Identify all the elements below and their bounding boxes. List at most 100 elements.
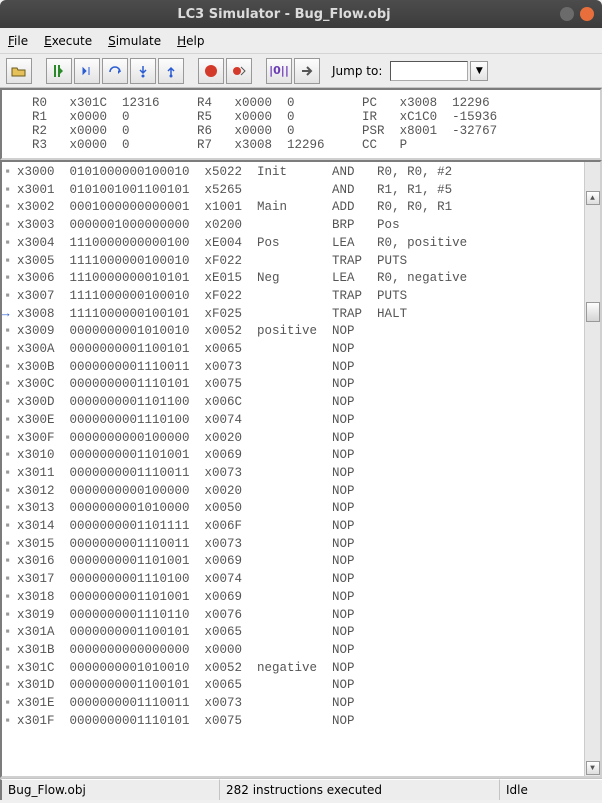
memory-panel: ▪ x3000 0101000000100010 x5022 Init AND … <box>0 160 602 778</box>
breakpoint-slot-icon[interactable]: ▪ <box>4 253 12 271</box>
breakpoint-slot-icon[interactable]: ▪ <box>4 182 12 200</box>
memory-row[interactable]: ▪ x301B 0000000000000000 x0000 NOP <box>2 642 584 660</box>
breakpoint-slot-icon[interactable]: ▪ <box>4 483 12 501</box>
breakpoint-slot-icon[interactable]: ▪ <box>4 536 12 554</box>
scroll-up-icon[interactable]: ▲ <box>586 191 600 205</box>
breakpoint-button[interactable] <box>226 58 252 84</box>
minimize-icon[interactable] <box>560 7 574 21</box>
breakpoint-slot-icon[interactable]: ▪ <box>4 341 12 359</box>
memory-row[interactable]: ▪ x300A 0000000001100101 x0065 NOP <box>2 341 584 359</box>
memory-row[interactable]: ▪ x3007 1111000000100010 xF022 TRAP PUTS <box>2 288 584 306</box>
breakpoint-slot-icon[interactable]: ▪ <box>4 553 12 571</box>
close-icon[interactable] <box>580 7 594 21</box>
jump-input[interactable] <box>390 61 468 81</box>
memory-row[interactable]: ▪ x3012 0000000000100000 x0020 NOP <box>2 483 584 501</box>
memory-row[interactable]: ▪ x3005 1111000000100010 xF022 TRAP PUTS <box>2 253 584 271</box>
breakpoint-slot-icon[interactable]: ▪ <box>4 412 12 430</box>
memory-row[interactable]: ▪ x3010 0000000001101001 x0069 NOP <box>2 447 584 465</box>
breakpoint-slot-icon[interactable]: ▪ <box>4 430 12 448</box>
memory-row[interactable]: ▪ x300D 0000000001101100 x006C NOP <box>2 394 584 412</box>
jump-label: Jump to: <box>332 64 382 78</box>
breakpoint-slot-icon[interactable]: ▪ <box>4 695 12 713</box>
menu-execute[interactable]: Execute <box>44 34 92 48</box>
breakpoint-slot-icon[interactable]: ▪ <box>4 713 12 731</box>
breakpoint-slot-icon[interactable]: ▪ <box>4 642 12 660</box>
breakpoint-slot-icon[interactable]: ▪ <box>4 323 12 341</box>
go-button[interactable] <box>294 58 320 84</box>
scroll-down-icon[interactable]: ▼ <box>586 761 600 775</box>
open-button[interactable] <box>6 58 32 84</box>
status-file: Bug_Flow.obj <box>0 779 220 800</box>
open-icon <box>11 64 27 78</box>
breakpoint-icon <box>232 64 246 78</box>
memory-row[interactable]: ▪ x3000 0101000000100010 x5022 Init AND … <box>2 164 584 182</box>
go-icon <box>300 64 314 78</box>
memory-row[interactable]: ▪ x3002 0001000000000001 x1001 Main ADD … <box>2 199 584 217</box>
stop-button[interactable] <box>198 58 224 84</box>
memory-row[interactable]: ▪ x301F 0000000001110101 x0075 NOP <box>2 713 584 731</box>
status-state: Idle <box>500 779 602 800</box>
menubar: File Execute Simulate Help <box>0 28 602 54</box>
continue-icon <box>52 64 66 78</box>
step-into-icon <box>136 64 150 78</box>
memory-row[interactable]: ▪ x3015 0000000001110011 x0073 NOP <box>2 536 584 554</box>
breakpoint-slot-icon[interactable]: ▪ <box>4 465 12 483</box>
breakpoint-slot-icon[interactable]: ▪ <box>4 677 12 695</box>
breakpoint-slot-icon[interactable]: ▪ <box>4 447 12 465</box>
breakpoint-slot-icon[interactable]: ▪ <box>4 589 12 607</box>
memory-row[interactable]: ▪ x300F 0000000000100000 x0020 NOP <box>2 430 584 448</box>
breakpoint-slot-icon[interactable]: ▪ <box>4 270 12 288</box>
breakpoint-slot-icon[interactable]: ▪ <box>4 199 12 217</box>
breakpoint-slot-icon[interactable]: ▪ <box>4 518 12 536</box>
scroll-thumb[interactable] <box>586 302 600 322</box>
breakpoint-slot-icon[interactable]: ▪ <box>4 394 12 412</box>
breakpoint-slot-icon[interactable]: ▪ <box>4 164 12 182</box>
breakpoint-slot-icon[interactable]: ▪ <box>4 235 12 253</box>
memory-row[interactable]: ▪ x3001 0101001001100101 x5265 AND R1, R… <box>2 182 584 200</box>
breakpoint-slot-icon[interactable]: ▪ <box>4 624 12 642</box>
memory-row[interactable]: ▪ x301C 0000000001010010 x0052 negative … <box>2 660 584 678</box>
menu-file[interactable]: File <box>8 34 28 48</box>
memory-row[interactable]: ▪ x301D 0000000001100101 x0065 NOP <box>2 677 584 695</box>
continue-button[interactable] <box>46 58 72 84</box>
breakpoint-slot-icon[interactable]: ▪ <box>4 571 12 589</box>
breakpoint-slot-icon[interactable]: ▪ <box>4 376 12 394</box>
memory-row[interactable]: ▪ x3018 0000000001101001 x0069 NOP <box>2 589 584 607</box>
step-out-button[interactable] <box>158 58 184 84</box>
memory-row[interactable]: ▪ x300B 0000000001110011 x0073 NOP <box>2 359 584 377</box>
step-over-button[interactable] <box>102 58 128 84</box>
statusbar: Bug_Flow.obj 282 instructions executed I… <box>0 778 602 800</box>
step-over-icon <box>108 64 122 78</box>
memory-row[interactable]: ▪ x3013 0000000001010000 x0050 NOP <box>2 500 584 518</box>
menu-help[interactable]: Help <box>177 34 204 48</box>
breakpoint-slot-icon[interactable]: ▪ <box>4 660 12 678</box>
memory-row[interactable]: → x3008 1111000000100101 xF025 TRAP HALT <box>2 306 584 324</box>
memory-row[interactable]: ▪ x3016 0000000001101001 x0069 NOP <box>2 553 584 571</box>
memory-row[interactable]: ▪ x3011 0000000001110011 x0073 NOP <box>2 465 584 483</box>
jump-dropdown[interactable]: ▼ <box>470 61 488 81</box>
step-back-button[interactable] <box>74 58 100 84</box>
registers-panel: R0 x301C 12316 R4 x0000 0 PC x3008 12296… <box>0 88 602 160</box>
menu-simulate[interactable]: Simulate <box>108 34 161 48</box>
memory-row[interactable]: ▪ x3017 0000000001110100 x0074 NOP <box>2 571 584 589</box>
memory-row[interactable]: ▪ x3014 0000000001101111 x006F NOP <box>2 518 584 536</box>
pc-arrow-icon[interactable]: → <box>2 306 10 324</box>
memory-row[interactable]: ▪ x3004 1110000000000100 xE004 Pos LEA R… <box>2 235 584 253</box>
memory-row[interactable]: ▪ x3009 0000000001010010 x0052 positive … <box>2 323 584 341</box>
breakpoint-slot-icon[interactable]: ▪ <box>4 607 12 625</box>
breakpoint-slot-icon[interactable]: ▪ <box>4 288 12 306</box>
stop-icon <box>204 64 218 78</box>
memory-row[interactable]: ▪ x3006 1110000000010101 xE015 Neg LEA R… <box>2 270 584 288</box>
step-into-button[interactable] <box>130 58 156 84</box>
binary-button[interactable]: |0|| <box>266 58 292 84</box>
memory-row[interactable]: ▪ x300C 0000000001110101 x0075 NOP <box>2 376 584 394</box>
memory-row[interactable]: ▪ x3003 0000001000000000 x0200 BRP Pos <box>2 217 584 235</box>
breakpoint-slot-icon[interactable]: ▪ <box>4 217 12 235</box>
memory-row[interactable]: ▪ x301A 0000000001100101 x0065 NOP <box>2 624 584 642</box>
memory-scrollbar[interactable]: ▲ ▼ <box>584 162 600 776</box>
memory-row[interactable]: ▪ x301E 0000000001110011 x0073 NOP <box>2 695 584 713</box>
memory-row[interactable]: ▪ x300E 0000000001110100 x0074 NOP <box>2 412 584 430</box>
breakpoint-slot-icon[interactable]: ▪ <box>4 500 12 518</box>
memory-row[interactable]: ▪ x3019 0000000001110110 x0076 NOP <box>2 607 584 625</box>
breakpoint-slot-icon[interactable]: ▪ <box>4 359 12 377</box>
